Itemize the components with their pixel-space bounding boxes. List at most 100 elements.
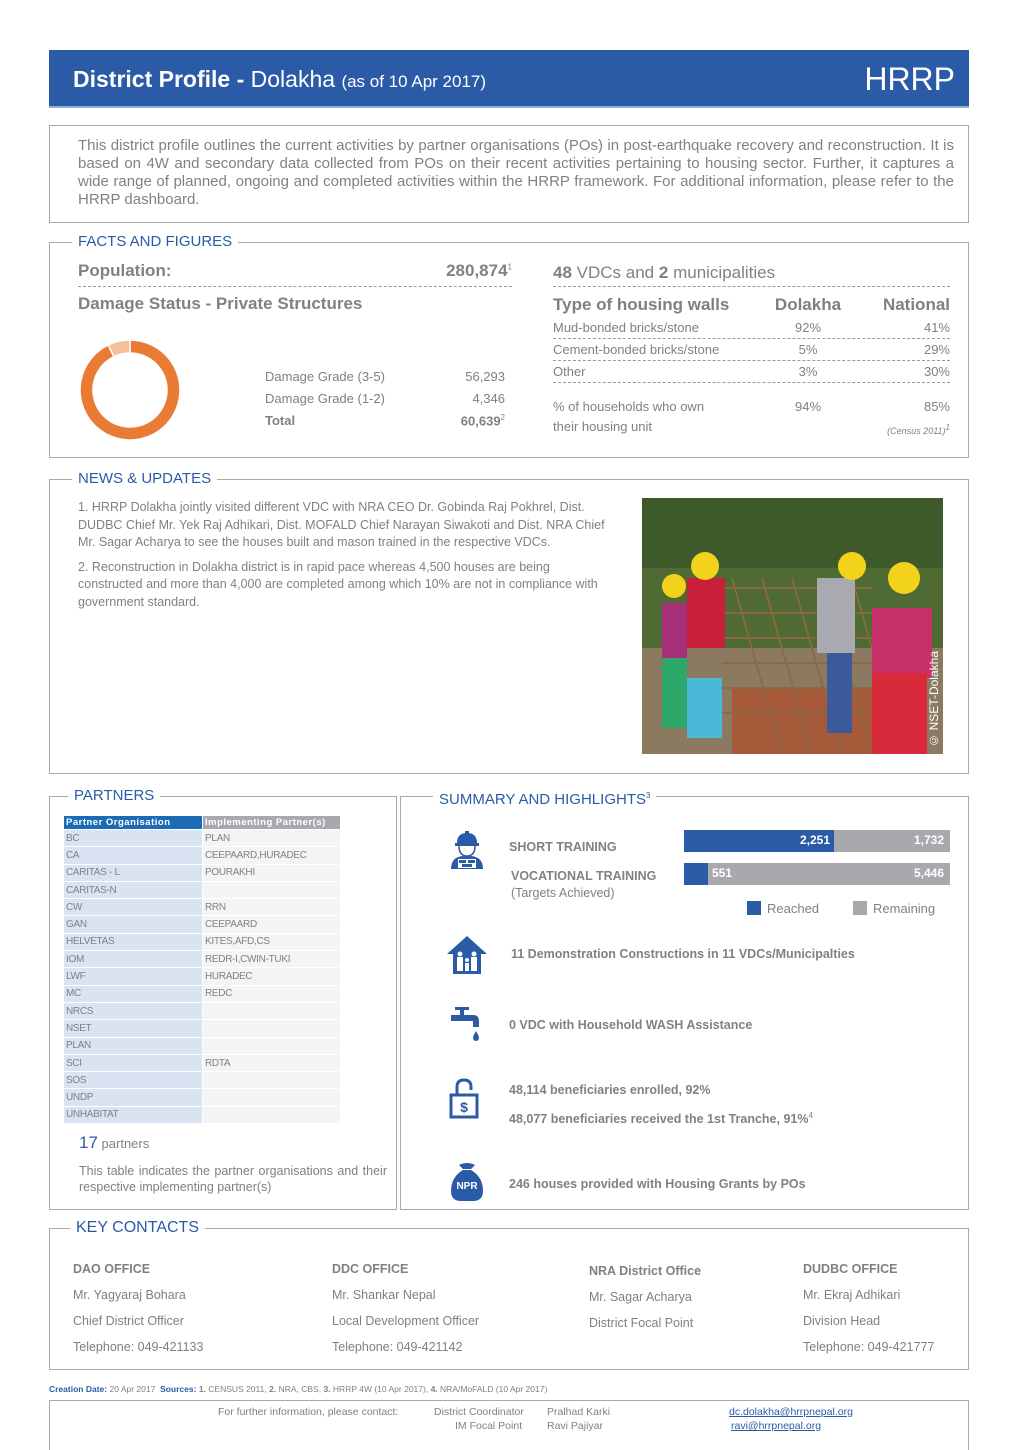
contact-name: Mr. Ekraj Adhikari (803, 1288, 901, 1302)
table-row: SCI RDTA (64, 1054, 340, 1072)
municipality-count: 2 (658, 263, 669, 282)
table-row: IOM REDR-I,CWIN-TUKI (64, 951, 340, 968)
implementing-partner (203, 1002, 340, 1020)
implementing-partner: PLAN (203, 830, 340, 847)
source-number: 3. (323, 1384, 331, 1394)
email-link[interactable]: ravi@hrrpnepal.org (731, 1420, 821, 1432)
contact-role: IM Focal Point (455, 1420, 523, 1432)
partner-org: SOS (64, 1072, 202, 1089)
partner-org: CA (64, 847, 202, 864)
national-value: 41% (923, 320, 950, 335)
wall-type: Other (553, 364, 586, 379)
office-name: DDC OFFICE (332, 1262, 409, 1276)
partner-org: UNHABITAT (64, 1106, 202, 1124)
partner-org: SCI (64, 1054, 202, 1072)
bar-remaining-label: 5,446 (913, 866, 944, 880)
mason-worker-icon (451, 831, 483, 869)
population-label: Population: (78, 261, 172, 280)
table-row: PLAN (64, 1037, 340, 1054)
short-training-label: SHORT TRAINING (509, 840, 617, 854)
contact-role: Chief District Officer (73, 1314, 184, 1328)
damage-total-value: 60,639 (460, 413, 501, 429)
partners-note: This table indicates the partner organis… (79, 1164, 387, 1194)
wash-assistance-text: 0 VDC with Household WASH Assistance (509, 1018, 753, 1032)
table-row: LWF HURADEC (64, 968, 340, 985)
wall-type: Cement-bonded bricks/stone (553, 342, 720, 357)
damage-total-row: Total 60,6392 (265, 413, 505, 435)
contact-card: NRA District Office Mr. Sagar Acharya Di… (589, 1264, 701, 1342)
district-name: Dolakha (250, 66, 336, 92)
demo-construction-text: 11 Demonstration Constructions in 11 VDC… (511, 947, 855, 961)
contact-intro: For further information, please contact: (218, 1406, 399, 1418)
email-link[interactable]: dc.dolakha@hrrpnepal.org (729, 1406, 853, 1418)
implementing-partner (203, 1106, 340, 1124)
partner-org: GAN (64, 916, 202, 933)
contact-name: Mr. Yagyaraj Bohara (73, 1288, 186, 1302)
partner-count: 17 partners (79, 1133, 149, 1153)
table-header: Type of housing walls Dolakha National (553, 295, 950, 317)
source-number: 2. (269, 1384, 277, 1394)
partners-section: PARTNERS Partner Organisation Implementi… (49, 787, 397, 1210)
source-number: 1. (198, 1384, 206, 1394)
contact-phone: Telephone: 049-421142 (332, 1340, 463, 1354)
footnote-ref: 1 (507, 262, 512, 272)
source-text: NRA/MoFALD (10 Apr 2017) (440, 1384, 548, 1394)
creation-date: 20 Apr 2017 (109, 1384, 156, 1394)
ownership-label: % of households who own their housing un… (553, 397, 704, 437)
table-row: CARITAS - L POURAKHI (64, 864, 340, 881)
column-header: National (882, 295, 950, 314)
contact-card: DUDBC OFFICE Mr. Ekraj Adhikari Division… (803, 1262, 934, 1366)
legend-label: Reached (767, 901, 820, 916)
news-item: 1. HRRP Dolakha jointly visited differen… (78, 500, 605, 549)
partner-org: UNDP (64, 1089, 202, 1106)
contact-name: Mr. Sagar Acharya (589, 1290, 692, 1304)
implementing-partner: RDTA (203, 1054, 340, 1072)
water-tap-icon (451, 1007, 479, 1041)
implementing-partner: REDR-I,CWIN-TUKI (203, 951, 340, 968)
section-title: PARTNERS (68, 787, 161, 805)
wall-type: Mud-bonded bricks/stone (553, 320, 699, 335)
contact-role: District Focal Point (589, 1316, 694, 1330)
sources-line: Creation Date: 20 Apr 2017 Sources: 1. C… (49, 1384, 547, 1394)
legend-remaining: Remaining (853, 901, 935, 916)
footer-contact-box: For further information, please contact:… (49, 1400, 969, 1450)
housing-walls-table: Type of housing walls Dolakha National M… (553, 295, 950, 437)
contact-role: Division Head (803, 1314, 881, 1328)
table-row: SOS (64, 1072, 340, 1089)
donut-slice-grade-3-5 (79, 339, 181, 441)
facts-section: FACTS AND FIGURES Population: 280,8741 D… (49, 233, 969, 458)
population-value: 280,874 (446, 261, 508, 280)
office-name: DAO OFFICE (73, 1262, 151, 1276)
partner-org: CW (64, 899, 202, 916)
title-prefix: District Profile - (73, 66, 245, 92)
page-header: District Profile - Dolakha (as of 10 Apr… (49, 50, 969, 108)
partner-org: HELVETAS (64, 933, 202, 951)
legend-label: Remaining (873, 901, 936, 916)
vdc-count: 48 (553, 263, 572, 282)
implementing-partner: REDC (203, 985, 340, 1002)
partner-org: NSET (64, 1020, 202, 1037)
implementing-partner: RRN (203, 899, 340, 916)
news-section: NEWS & UPDATES 1. HRRP Dolakha jointly v… (49, 470, 969, 774)
column-header: Partner Organisation (64, 816, 202, 829)
bar-reached-segment (684, 863, 708, 885)
ownership-label-line: their housing unit (553, 419, 653, 434)
footnote-ref: 3 (645, 791, 651, 800)
bar-reached-label: 551 (712, 866, 733, 880)
footnote-ref: 2 (500, 413, 505, 422)
column-header: Dolakha (774, 295, 842, 314)
table-row: GAN CEEPAARD (64, 916, 340, 933)
implementing-partner (203, 1020, 340, 1037)
section-title: KEY CONTACTS (70, 1219, 205, 1237)
damage-table: Damage Grade (3-5) 56,293 Damage Grade (1… (265, 369, 505, 435)
legend-reached: Reached (747, 901, 819, 916)
first-tranche-text: 48,077 beneficiaries received the 1st Tr… (509, 1111, 813, 1126)
damage-label: Damage Grade (1-2) (265, 391, 385, 406)
contact-card: DAO OFFICE Mr. Yagyaraj Bohara Chief Dis… (73, 1262, 203, 1366)
partner-org: NRCS (64, 1002, 202, 1020)
contacts-section: KEY CONTACTS DAO OFFICE Mr. Yagyaraj Boh… (49, 1219, 969, 1370)
implementing-partner (203, 881, 340, 899)
training-bar-vocational: 551 5,446 (684, 863, 950, 885)
source-text: NRA, CBS, (278, 1384, 322, 1394)
table-row: CW RRN (64, 899, 340, 916)
